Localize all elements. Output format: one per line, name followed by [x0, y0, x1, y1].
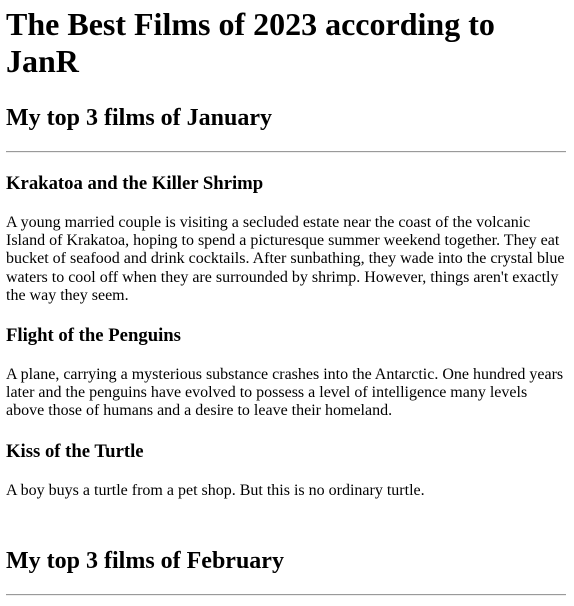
film-entry: Kiss of the Turtle A boy buys a turtle f…: [6, 441, 566, 500]
section-february: My top 3 films of February: [6, 547, 566, 596]
section-january: My top 3 films of January Krakatoa and t…: [6, 104, 566, 500]
page: The Best Films of 2023 according to JanR…: [0, 6, 574, 596]
film-title: Kiss of the Turtle: [6, 440, 144, 462]
section-divider: [6, 593, 566, 596]
film-description: A young married couple is visiting a sec…: [6, 214, 565, 304]
film-description: A boy buys a turtle from a pet shop. But…: [6, 481, 425, 499]
section-heading-february: My top 3 films of February: [6, 547, 284, 574]
film-entry: Krakatoa and the Killer Shrimp A young m…: [6, 173, 566, 305]
film-description: A plane, carrying a mysterious substance…: [6, 366, 564, 420]
section-divider: [6, 151, 566, 153]
page-title: The Best Films of 2023 according to JanR: [6, 6, 495, 79]
film-title: Flight of the Penguins: [6, 325, 181, 347]
film-entry: Flight of the Penguins A plane, carrying…: [6, 325, 566, 421]
film-title: Krakatoa and the Killer Shrimp: [6, 173, 264, 194]
section-heading-january: My top 3 films of January: [6, 105, 272, 131]
